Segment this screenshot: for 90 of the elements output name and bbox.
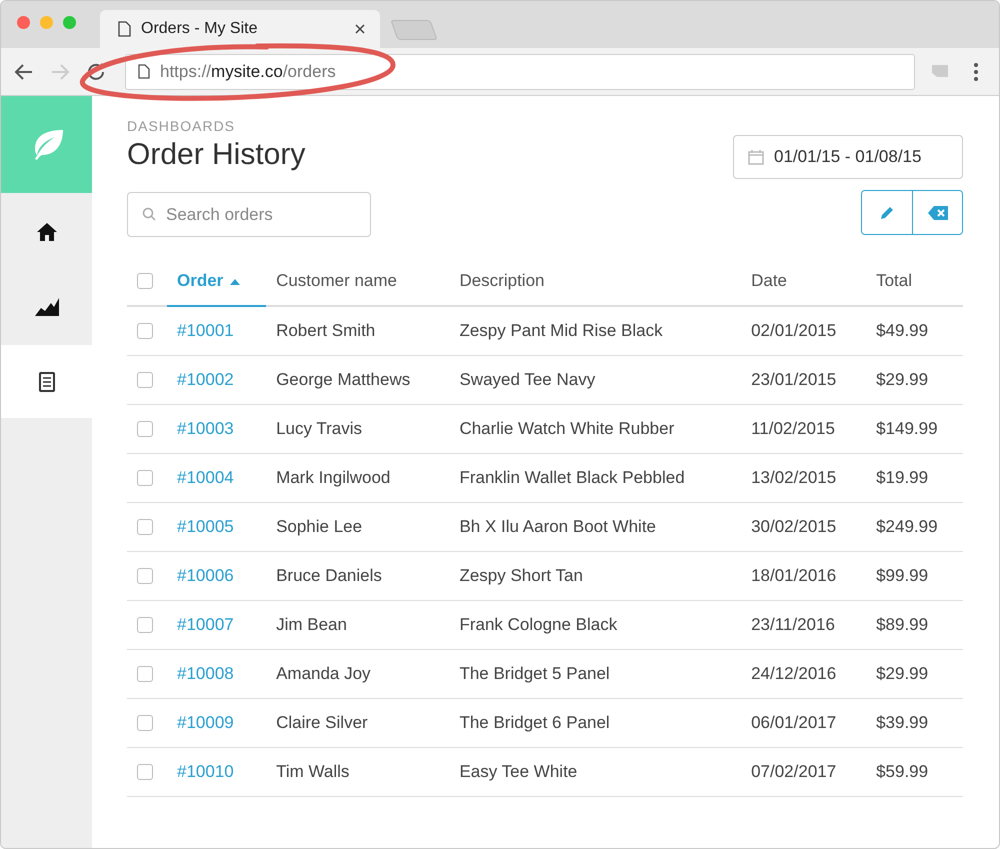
order-link[interactable]: #10005 — [177, 517, 234, 536]
row-checkbox[interactable] — [137, 323, 153, 339]
order-link[interactable]: #10008 — [177, 664, 234, 683]
close-window-button[interactable] — [17, 16, 30, 29]
browser-tab[interactable]: Orders - My Site — [100, 10, 380, 48]
row-checkbox[interactable] — [137, 421, 153, 437]
row-checkbox[interactable] — [137, 519, 153, 535]
row-checkbox[interactable] — [137, 568, 153, 584]
customer-name: Sophie Lee — [266, 502, 450, 552]
url-text: https://mysite.co/orders — [160, 62, 336, 82]
column-header[interactable]: Description — [449, 257, 742, 306]
order-date: 11/02/2015 — [741, 404, 866, 454]
customer-name: Robert Smith — [266, 306, 450, 356]
customer-name: Claire Silver — [266, 698, 450, 748]
search-icon — [142, 207, 156, 221]
delete-button[interactable] — [912, 191, 962, 234]
description: Charlie Watch White Rubber — [449, 404, 742, 454]
row-checkbox[interactable] — [137, 372, 153, 388]
order-link[interactable]: #10009 — [177, 713, 234, 732]
home-icon — [36, 222, 56, 240]
column-header[interactable]: Date — [741, 257, 866, 306]
close-icon[interactable] — [354, 23, 366, 35]
order-date: 24/12/2016 — [741, 650, 866, 698]
address-bar[interactable]: https://mysite.co/orders — [125, 54, 915, 90]
order-date: 06/01/2017 — [741, 698, 866, 748]
order-link[interactable]: #10004 — [177, 468, 234, 487]
row-checkbox[interactable] — [137, 470, 153, 486]
row-checkbox[interactable] — [137, 666, 153, 682]
row-checkbox[interactable] — [137, 715, 153, 731]
order-total: $149.99 — [866, 404, 963, 454]
order-date: 13/02/2015 — [741, 454, 866, 502]
sidebar-item[interactable] — [1, 345, 92, 418]
maximize-window-button[interactable] — [63, 16, 76, 29]
customer-name: Mark Ingilwood — [266, 454, 450, 502]
select-all-checkbox[interactable] — [137, 273, 153, 289]
order-total: $59.99 — [866, 748, 963, 796]
order-total: $29.99 — [866, 356, 963, 404]
order-date: 02/01/2015 — [741, 306, 866, 356]
breadcrumb: DASHBOARDS — [127, 118, 236, 134]
order-date: 23/01/2015 — [741, 356, 866, 404]
description: The Bridget 5 Panel — [449, 650, 742, 698]
order-total: $29.99 — [866, 650, 963, 698]
description: The Bridget 6 Panel — [449, 698, 742, 748]
order-total: $39.99 — [866, 698, 963, 748]
backspace-icon — [928, 206, 948, 220]
page-icon — [138, 64, 150, 79]
customer-name: Lucy Travis — [266, 404, 450, 454]
row-checkbox[interactable] — [137, 764, 153, 780]
description: Frank Cologne Black — [449, 600, 742, 650]
order-date: 23/11/2016 — [741, 600, 866, 650]
pencil-icon — [880, 206, 894, 220]
column-header[interactable]: Total — [866, 257, 963, 306]
customer-name: Bruce Daniels — [266, 552, 450, 600]
column-header[interactable]: Customer name — [266, 257, 450, 306]
customer-name: Jim Bean — [266, 600, 450, 650]
tab-title: Orders - My Site — [141, 20, 258, 38]
order-link[interactable]: #10006 — [177, 566, 234, 585]
description: Zespy Pant Mid Rise Black — [449, 306, 742, 356]
description: Swayed Tee Navy — [449, 356, 742, 404]
date-range-picker[interactable]: 01/01/15 - 01/08/15 — [733, 135, 963, 179]
order-date: 18/01/2016 — [741, 552, 866, 600]
order-date: 30/02/2015 — [741, 502, 866, 552]
order-link[interactable]: #10007 — [177, 615, 234, 634]
area-chart-icon — [34, 298, 58, 316]
order-link[interactable]: #10003 — [177, 419, 234, 438]
column-header[interactable]: Order — [167, 257, 266, 306]
order-total: $99.99 — [866, 552, 963, 600]
sort-arrow-icon — [230, 278, 240, 285]
order-link[interactable]: #10010 — [177, 762, 234, 781]
description: Easy Tee White — [449, 748, 742, 796]
row-checkbox[interactable] — [137, 617, 153, 633]
order-link[interactable]: #10002 — [177, 370, 234, 389]
description: Zespy Short Tan — [449, 552, 742, 600]
order-total: $249.99 — [866, 502, 963, 552]
order-total: $19.99 — [866, 454, 963, 502]
customer-name: Tim Walls — [266, 748, 450, 796]
customer-name: George Matthews — [266, 356, 450, 404]
order-total: $89.99 — [866, 600, 963, 650]
customer-name: Amanda Joy — [266, 650, 450, 698]
calendar-icon — [748, 149, 764, 165]
minimize-window-button[interactable] — [40, 16, 53, 29]
order-total: $49.99 — [866, 306, 963, 356]
order-link[interactable]: #10001 — [177, 321, 234, 340]
order-date: 07/02/2017 — [741, 748, 866, 796]
page-title: Order History — [127, 138, 306, 172]
search-field[interactable]: Search orders — [127, 192, 371, 237]
description: Franklin Wallet Black Pebbled — [449, 454, 742, 502]
page-icon — [118, 21, 131, 37]
description: Bh X Ilu Aaron Boot White — [449, 502, 742, 552]
document-icon — [38, 372, 54, 392]
